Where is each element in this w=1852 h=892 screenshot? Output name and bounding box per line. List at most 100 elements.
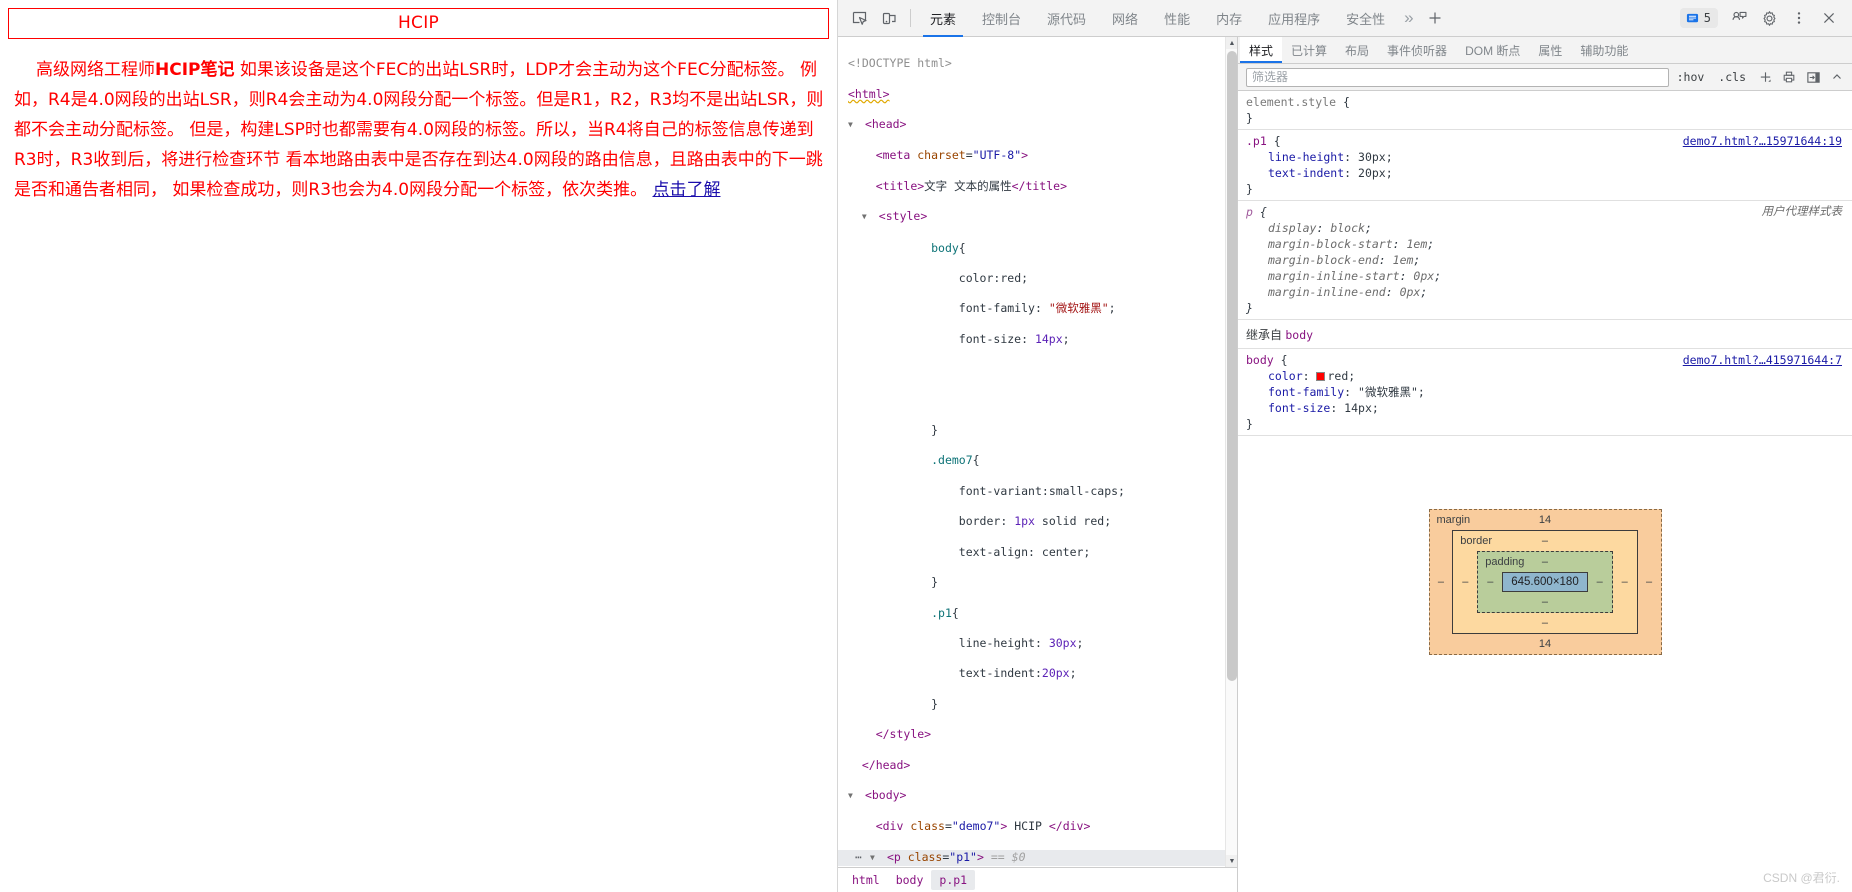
feedback-icon[interactable]	[1724, 4, 1754, 32]
box-model-padding-bottom[interactable]: –	[1478, 592, 1611, 612]
scrollbar-thumb[interactable]	[1227, 51, 1237, 681]
device-toolbar-icon[interactable]	[874, 4, 904, 32]
decl-value-line-height[interactable]: 30px	[1358, 150, 1386, 164]
decl-prop-color[interactable]: color	[1268, 369, 1303, 383]
tab-application[interactable]: 应用程序	[1255, 0, 1333, 37]
box-model-padding[interactable]: padding – – 645.600×180 – –	[1477, 551, 1613, 613]
tab-sources-label: 源代码	[1047, 11, 1087, 27]
breadcrumb-item-body[interactable]: body	[888, 870, 932, 890]
style-rule-element-style[interactable]: element.style { }	[1238, 91, 1852, 130]
decl-value-font-family[interactable]: "微软雅黑"	[1358, 385, 1418, 399]
styles-tab-properties-label: 属性	[1538, 43, 1563, 58]
dom-line-meta[interactable]: <meta charset="UTF-8">	[838, 148, 1237, 163]
scroll-up-arrow-icon[interactable]: ▲	[1226, 37, 1237, 49]
box-model-margin[interactable]: margin 14 – border – – padding – – 645.6…	[1428, 509, 1662, 655]
triangle-down-icon[interactable]: ▼	[848, 788, 858, 803]
breadcrumb-item-html[interactable]: html	[844, 870, 888, 890]
tab-console[interactable]: 控制台	[969, 0, 1034, 37]
dom-line-css-demo7: .demo7{	[931, 453, 980, 468]
tab-performance[interactable]: 性能	[1151, 0, 1203, 37]
dom-line-blank2	[838, 393, 1237, 408]
chevron-up-icon[interactable]	[1826, 67, 1848, 87]
styles-tab-computed[interactable]: 已计算	[1282, 37, 1336, 63]
head-close-tag: </head>	[861, 757, 911, 772]
ua-decl-value-margin-inline-start: 0px	[1413, 269, 1435, 283]
cls-button[interactable]: .cls	[1712, 68, 1752, 86]
dom-tree-scroll[interactable]: <!DOCTYPE html> <html> ▼ <head> <meta ch…	[838, 37, 1237, 867]
styles-tab-dom-breakpoints[interactable]: DOM 断点	[1456, 37, 1529, 63]
paragraph-link[interactable]: 点击了解	[652, 180, 720, 200]
styles-tab-accessibility[interactable]: 辅助功能	[1571, 37, 1637, 63]
toggle-sidebar-icon[interactable]	[1802, 67, 1824, 87]
dom-line-div-demo7[interactable]: <div class="demo7"> HCIP </div>	[838, 819, 1237, 834]
page-paragraph: 高级网络工程师HCIP笔记 如果该设备是这个FEC的出站LSR时，LDP才会主动…	[14, 55, 824, 205]
triangle-down-icon[interactable]: ▼	[848, 117, 858, 132]
dom-line-body[interactable]: ▼ <body>	[838, 788, 1237, 804]
dom-line-style-close[interactable]: </style>	[838, 727, 1237, 742]
more-vertical-icon[interactable]	[1784, 4, 1814, 32]
dom-line-style-open[interactable]: ▼ <style>	[838, 209, 1237, 225]
tab-sources[interactable]: 源代码	[1034, 0, 1099, 37]
styles-tab-properties[interactable]: 属性	[1529, 37, 1571, 63]
style-rule-p1[interactable]: demo7.html?…15971644:19 .p1 { line-heigh…	[1238, 130, 1852, 201]
box-model-border-bottom[interactable]: –	[1453, 613, 1636, 633]
styles-filter-input[interactable]	[1246, 67, 1669, 87]
decl-value-font-size[interactable]: 14px	[1344, 401, 1372, 415]
styles-tab-styles[interactable]: 样式	[1240, 37, 1283, 63]
ua-decl-value-margin-block-end: 1em	[1392, 253, 1414, 267]
decl-prop-font-family[interactable]: font-family	[1268, 385, 1344, 399]
tab-memory[interactable]: 内存	[1203, 0, 1255, 37]
dom-tree-scrollbar[interactable]: ▲ ▼	[1225, 37, 1237, 867]
style-source-link-body[interactable]: demo7.html?…415971644:7	[1683, 352, 1842, 368]
decl-value-color[interactable]: red	[1327, 369, 1348, 383]
decl-value-text-indent[interactable]: 20px	[1358, 166, 1386, 180]
box-model-margin-right[interactable]: –	[1638, 576, 1661, 588]
dom-line-p-selected[interactable]: ⋯ ▼ <p class="p1"> == $0	[838, 849, 1237, 866]
decl-prop-line-height[interactable]: line-height	[1268, 150, 1344, 164]
p1-selector[interactable]: .p1	[1246, 134, 1267, 148]
double-chevron-right-icon[interactable]: »	[1398, 8, 1419, 28]
gear-icon[interactable]	[1754, 4, 1784, 32]
box-model-content-size[interactable]: 645.600×180	[1502, 572, 1588, 592]
triangle-down-icon[interactable]: ▼	[862, 209, 872, 224]
box-model-border[interactable]: border – – padding – – 645.600×180 – – –…	[1452, 530, 1638, 634]
dom-line-head-close[interactable]: </head>	[838, 758, 1237, 773]
add-tab-icon[interactable]	[1420, 4, 1450, 32]
decl-prop-font-size[interactable]: font-size	[1268, 401, 1330, 415]
styles-pane: 样式 已计算 布局 事件侦听器 DOM 断点 属性 辅助功能 :hov .cls	[1238, 37, 1852, 892]
hov-state-button[interactable]: :hov	[1671, 68, 1711, 86]
triangle-down-icon[interactable]: ▼	[870, 850, 880, 865]
style-source-link-p1[interactable]: demo7.html?…15971644:19	[1683, 133, 1842, 149]
box-model-margin-left[interactable]: –	[1430, 576, 1453, 588]
tab-security[interactable]: 安全性	[1333, 0, 1398, 37]
box-model-border-right[interactable]: –	[1613, 576, 1637, 588]
box-model-margin-bottom[interactable]: 14	[1430, 634, 1661, 654]
new-style-rule-icon[interactable]	[1754, 67, 1776, 87]
decl-prop-text-indent[interactable]: text-indent	[1268, 166, 1344, 180]
dom-line-head[interactable]: ▼ <head>	[838, 117, 1237, 133]
expand-dots-icon[interactable]: ⋯	[848, 850, 870, 865]
style-rule-body[interactable]: demo7.html?…415971644:7 body { color: re…	[1238, 349, 1852, 436]
issues-counter-button[interactable]: 5	[1679, 8, 1718, 28]
close-icon[interactable]	[1814, 4, 1844, 32]
inspect-element-icon[interactable]	[844, 4, 874, 32]
body-selector[interactable]: body	[1246, 353, 1274, 367]
dom-line-css-lineheight: line-height: 30px;	[958, 635, 1084, 650]
issues-message-icon	[1686, 13, 1698, 22]
styles-tab-layout[interactable]: 布局	[1336, 37, 1378, 63]
box-model-border-left[interactable]: –	[1453, 576, 1477, 588]
box-model-margin-label: margin	[1436, 514, 1471, 526]
box-model-padding-right[interactable]: –	[1588, 576, 1612, 588]
styles-tab-event-listeners[interactable]: 事件侦听器	[1378, 37, 1456, 63]
breadcrumb-item-p-p1[interactable]: p.p1	[931, 870, 976, 890]
scroll-down-arrow-icon[interactable]: ▼	[1226, 855, 1237, 867]
tab-network[interactable]: 网络	[1099, 0, 1151, 37]
print-style-icon[interactable]	[1778, 67, 1800, 87]
dom-line-title[interactable]: <title>文字 文本的属性</title>	[838, 179, 1237, 194]
dom-line-doctype[interactable]: <!DOCTYPE html>	[838, 56, 1237, 71]
styles-rules-list[interactable]: element.style { } demo7.html?…15971644:1…	[1238, 91, 1852, 892]
dom-line-html[interactable]: <html>	[838, 87, 1237, 102]
tab-elements[interactable]: 元素	[917, 0, 969, 37]
box-model-padding-left[interactable]: –	[1478, 576, 1502, 588]
color-swatch[interactable]	[1316, 372, 1326, 381]
